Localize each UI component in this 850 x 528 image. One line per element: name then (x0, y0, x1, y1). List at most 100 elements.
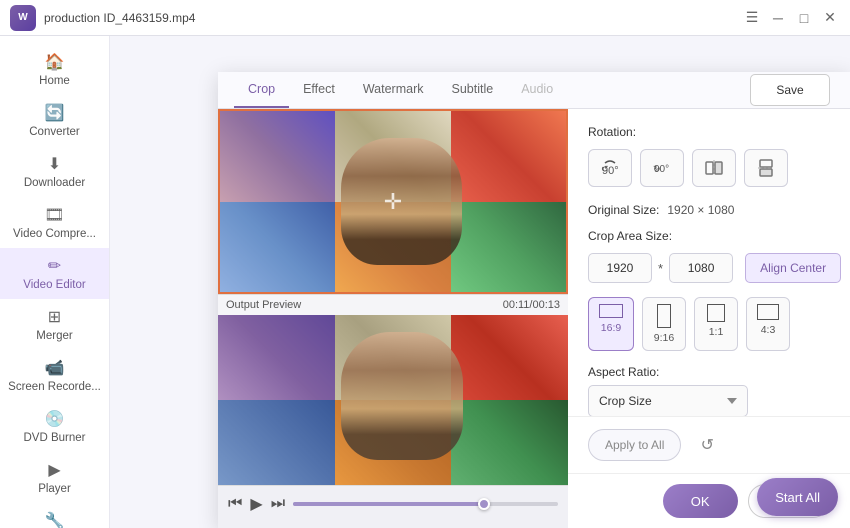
sidebar-label-video-compress: Video Compre... (13, 228, 96, 240)
flip-h-button[interactable] (692, 149, 736, 187)
original-size-value: 1920 × 1080 (667, 203, 734, 217)
title-bar: W production ID_4463159.mp4 ☰ ─ □ ✕ (0, 0, 850, 36)
menu-button[interactable]: ☰ (742, 8, 762, 28)
video-compress-icon: 🎞 (44, 205, 64, 225)
main-content: Crop Effect Watermark Subtitle Audio Sav… (110, 36, 850, 528)
svg-text:90°: 90° (654, 164, 669, 175)
aspect-9-16-label: 9:16 (654, 332, 674, 344)
app-wrapper: W production ID_4463159.mp4 ☰ ─ □ ✕ 🏠 Ho… (0, 0, 850, 528)
downloader-icon: ⬇ (48, 154, 61, 174)
editor-tabs: Crop Effect Watermark Subtitle Audio Sav… (218, 72, 850, 109)
sidebar-label-merger: Merger (36, 330, 72, 342)
crop-area-label: Crop Area Size: (588, 229, 830, 243)
art-cell-b3 (451, 315, 568, 400)
sidebar-label-video-editor: Video Editor (23, 279, 85, 291)
converter-icon: 🔄 (45, 103, 65, 123)
aspect-1-1-button[interactable]: 1:1 (694, 297, 738, 351)
crop-height-input[interactable] (669, 253, 733, 283)
move-cursor-icon: ✛ (384, 189, 402, 215)
aspect-1-1-icon (707, 304, 725, 322)
aspect-9-16-button[interactable]: 9:16 (642, 297, 686, 351)
progress-thumb (478, 498, 490, 510)
sidebar-label-dvd-burner: DVD Burner (24, 432, 86, 444)
align-center-button[interactable]: Align Center (745, 253, 841, 283)
start-all-button[interactable]: Start All (757, 478, 838, 516)
tab-crop[interactable]: Crop (234, 72, 289, 108)
art-cell-b1 (218, 315, 335, 400)
apply-all-button[interactable]: Apply to All (588, 429, 681, 461)
original-size-label: Original Size: (588, 203, 659, 217)
tab-watermark[interactable]: Watermark (349, 72, 438, 108)
app-logo: W (10, 5, 36, 31)
video-preview-bottom (218, 315, 568, 485)
flip-h-icon (704, 158, 724, 178)
sidebar-item-screen-recorder[interactable]: 📹 Screen Recorde... (0, 350, 109, 401)
aspect-16-9-label: 16:9 (601, 322, 621, 334)
aspect-ratio-select[interactable]: Crop Size Original 16:9 9:16 1:1 4:3 21:… (588, 385, 748, 416)
progress-fill (293, 502, 484, 506)
sidebar-item-toolbox[interactable]: 🔧 Toolbox (0, 503, 109, 528)
crop-width-input[interactable] (588, 253, 652, 283)
window-controls: ☰ ─ □ ✕ (742, 8, 840, 28)
sidebar-item-dvd-burner[interactable]: 💿 DVD Burner (0, 401, 109, 452)
video-panel: ✛ Output Preview 00:11/00:13 (218, 109, 568, 528)
rotate-ccw-button[interactable]: 90° ↺ (588, 149, 632, 187)
sidebar-item-video-compress[interactable]: 🎞 Video Compre... (0, 197, 109, 248)
aspect-4-3-label: 4:3 (761, 324, 776, 336)
progress-track[interactable] (293, 502, 558, 506)
bottom-actions: Apply to All ↺ (568, 416, 850, 473)
sidebar-label-converter: Converter (29, 126, 80, 138)
controls-content: Rotation: 90° ↺ (568, 109, 850, 416)
video-preview-top: ✛ (218, 109, 568, 294)
svg-text:↺: ↺ (601, 164, 609, 174)
art-cell-6 (451, 202, 566, 293)
minimize-button[interactable]: ─ (768, 8, 788, 28)
tab-effect[interactable]: Effect (289, 72, 349, 108)
tab-subtitle[interactable]: Subtitle (437, 72, 507, 108)
art-cell-1 (220, 111, 335, 202)
sidebar-label-screen-recorder: Screen Recorde... (8, 381, 101, 393)
modal-body: ✛ Output Preview 00:11/00:13 (218, 109, 850, 528)
rotate-ccw-icon: 90° ↺ (600, 158, 620, 178)
sidebar-item-converter[interactable]: 🔄 Converter (0, 95, 109, 146)
aspect-4-3-button[interactable]: 4:3 (746, 297, 790, 351)
sidebar-label-downloader: Downloader (24, 177, 85, 189)
dvd-burner-icon: 💿 (45, 409, 65, 429)
rotation-row: 90° ↺ ↻ 90° (588, 149, 830, 187)
reset-button[interactable]: ↺ (691, 429, 723, 461)
close-button[interactable]: ✕ (820, 8, 840, 28)
aspect-1-1-label: 1:1 (709, 326, 724, 338)
save-button[interactable]: Save (750, 74, 830, 106)
art-cell-3 (451, 111, 566, 202)
sidebar-item-player[interactable]: ▶ Player (0, 452, 109, 503)
sidebar-item-merger[interactable]: ⊞ Merger (0, 299, 109, 350)
skip-forward-button[interactable]: ⏭ (271, 495, 285, 513)
play-button[interactable]: ▶ (250, 494, 262, 514)
rotate-cw-icon: ↻ 90° (652, 158, 672, 178)
maximize-button[interactable]: □ (794, 8, 814, 28)
tab-audio: Audio (507, 72, 567, 108)
ok-button[interactable]: OK (663, 484, 738, 518)
merger-icon: ⊞ (48, 307, 61, 327)
aspect-4-3-icon (757, 304, 779, 320)
sidebar-label-home: Home (39, 75, 70, 87)
flip-v-icon (756, 158, 776, 178)
original-size-row: Original Size: 1920 × 1080 (588, 203, 830, 217)
rotation-label: Rotation: (588, 125, 830, 139)
crop-separator: * (658, 261, 663, 276)
sidebar-item-home[interactable]: 🏠 Home (0, 44, 109, 95)
sidebar-item-video-editor[interactable]: ✏ Video Editor (0, 248, 109, 299)
player-icon: ▶ (48, 460, 60, 480)
sidebar-item-downloader[interactable]: ⬇ Downloader (0, 146, 109, 197)
flip-v-button[interactable] (744, 149, 788, 187)
video-editor-icon: ✏ (48, 256, 61, 276)
video-art-bottom (218, 315, 568, 485)
rotate-cw-button[interactable]: ↻ 90° (640, 149, 684, 187)
skip-back-button[interactable]: ⏮ (228, 495, 242, 513)
sidebar: 🏠 Home 🔄 Converter ⬇ Downloader 🎞 Video … (0, 36, 110, 528)
body-area: 🏠 Home 🔄 Converter ⬇ Downloader 🎞 Video … (0, 36, 850, 528)
art-cell-b4 (218, 400, 335, 485)
sidebar-label-player: Player (38, 483, 71, 495)
aspect-ratio-label: Aspect Ratio: (588, 365, 830, 379)
aspect-16-9-button[interactable]: 16:9 (588, 297, 634, 351)
